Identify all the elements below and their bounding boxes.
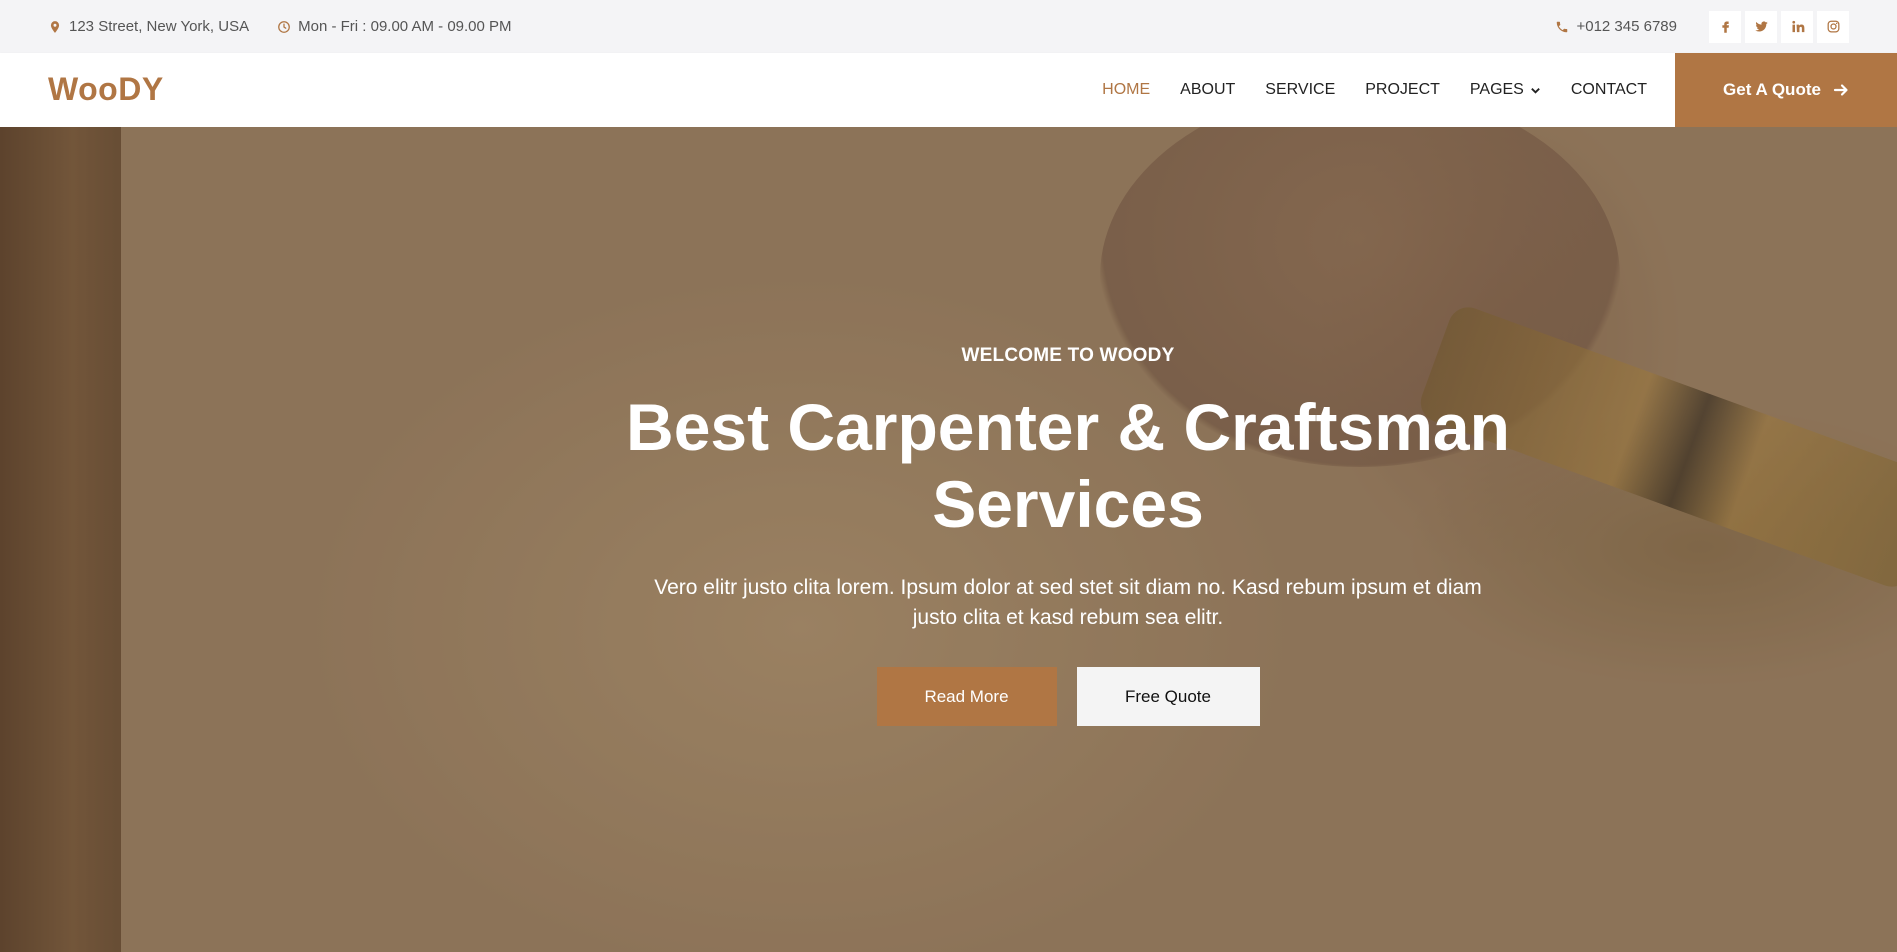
map-marker-icon bbox=[50, 20, 60, 33]
facebook-icon bbox=[1721, 21, 1729, 33]
hero-title-line-1: Best Carpenter & Craftsman bbox=[626, 390, 1510, 464]
hero-buttons: Read More Free Quote bbox=[548, 667, 1588, 726]
nav-service[interactable]: SERVICE bbox=[1265, 81, 1335, 99]
phone-icon bbox=[1557, 21, 1568, 32]
topbar-right: +012 345 6789 bbox=[1555, 10, 1849, 43]
twitter-icon bbox=[1754, 21, 1768, 32]
nav-pages-label: PAGES bbox=[1469, 81, 1524, 98]
address-text: 123 Street, New York, USA bbox=[69, 18, 250, 35]
hero-content: WELCOME TO WOODY Best Carpenter & Crafts… bbox=[548, 345, 1588, 726]
hero-kicker: WELCOME TO WOODY bbox=[961, 345, 1175, 366]
chevron-down-icon bbox=[1531, 87, 1540, 94]
arrow-right-icon bbox=[1833, 84, 1848, 96]
topbar-contact-info: 123 Street, New York, USA Mon - Fri : 09… bbox=[48, 18, 540, 35]
facebook-link[interactable] bbox=[1709, 10, 1741, 43]
get-quote-button[interactable]: Get A Quote bbox=[1675, 53, 1897, 127]
nav-links: HOME ABOUT SERVICE PROJECT PAGES CONTACT bbox=[1072, 53, 1647, 127]
nav-contact[interactable]: CONTACT bbox=[1571, 81, 1647, 99]
instagram-icon bbox=[1827, 20, 1839, 33]
hours-text: Mon - Fri : 09.00 AM - 09.00 PM bbox=[298, 18, 512, 35]
free-quote-button[interactable]: Free Quote bbox=[1076, 667, 1260, 726]
nav-project[interactable]: PROJECT bbox=[1365, 81, 1440, 99]
linkedin-link[interactable] bbox=[1781, 10, 1813, 43]
phone-item[interactable]: +012 345 6789 bbox=[1555, 18, 1677, 35]
clock-icon bbox=[278, 20, 291, 33]
hero-title: Best Carpenter & Craftsman Services bbox=[548, 389, 1588, 543]
brand-logo[interactable]: WooDY bbox=[48, 71, 164, 108]
nav-about[interactable]: ABOUT bbox=[1180, 81, 1235, 99]
linkedin-icon bbox=[1791, 20, 1804, 33]
social-links bbox=[1705, 10, 1849, 43]
read-more-button[interactable]: Read More bbox=[876, 667, 1057, 726]
hours-item: Mon - Fri : 09.00 AM - 09.00 PM bbox=[277, 18, 512, 35]
nav-pages-dropdown[interactable]: PAGES bbox=[1470, 81, 1541, 99]
instagram-link[interactable] bbox=[1817, 10, 1849, 43]
address-item: 123 Street, New York, USA bbox=[48, 18, 249, 35]
main-navbar: WooDY HOME ABOUT SERVICE PROJECT PAGES C… bbox=[0, 53, 1897, 127]
nav-home[interactable]: HOME bbox=[1102, 81, 1150, 99]
hero-description: Vero elitr justo clita lorem. Ipsum dolo… bbox=[654, 576, 1482, 629]
phone-text: +012 345 6789 bbox=[1576, 18, 1677, 35]
topbar: 123 Street, New York, USA Mon - Fri : 09… bbox=[0, 0, 1897, 53]
hero-title-line-2: Services bbox=[932, 467, 1204, 541]
twitter-link[interactable] bbox=[1745, 10, 1777, 43]
get-quote-label: Get A Quote bbox=[1723, 80, 1821, 99]
